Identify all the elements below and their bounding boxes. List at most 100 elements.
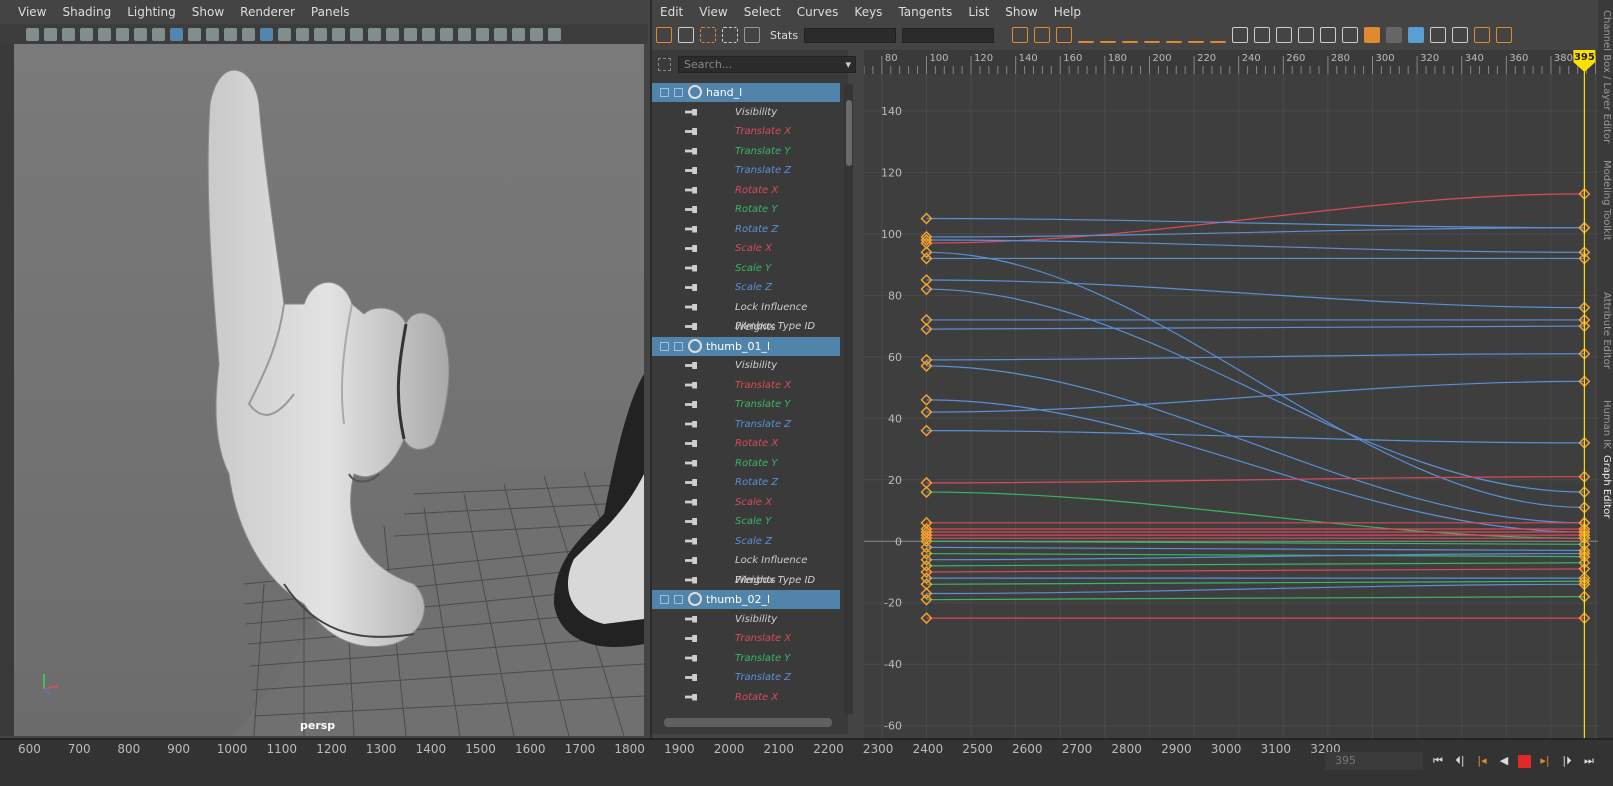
ge-menu-select[interactable]: Select — [744, 5, 781, 19]
ge-menu-edit[interactable]: Edit — [660, 5, 683, 19]
clamped-tangent-icon[interactable] — [1122, 27, 1139, 43]
expand-toggle-icon[interactable] — [674, 341, 683, 351]
gate-mask-icon[interactable] — [152, 27, 165, 41]
right-tab[interactable]: Graph Editor — [1601, 455, 1612, 518]
outliner-attribute[interactable]: Scale Y — [652, 512, 842, 532]
outliner-attribute[interactable]: Lock Influence Weights — [652, 551, 842, 586]
frame-all-icon[interactable] — [1012, 27, 1029, 43]
panel-layout-2-icon[interactable] — [512, 27, 525, 41]
wireframe-icon[interactable] — [224, 27, 237, 41]
lattice-tool-icon[interactable] — [744, 27, 760, 43]
graph-area[interactable]: 80 100 120 140 160 180 200 220 240 260 280 300 320 34… — [863, 50, 1613, 738]
smooth-shade-icon[interactable] — [242, 27, 255, 41]
resolution-gate-icon[interactable] — [134, 27, 147, 41]
outliner-node[interactable]: hand_l — [652, 83, 840, 102]
stats-field-1[interactable] — [804, 27, 897, 43]
post-infinity-icon[interactable] — [1386, 27, 1403, 43]
image-plane-icon[interactable] — [80, 27, 93, 41]
plateau-tangent-icon[interactable] — [1210, 27, 1227, 43]
outliner-attribute[interactable]: Translate Z — [652, 161, 842, 181]
outliner-attribute[interactable]: Translate Z — [652, 415, 842, 435]
vp-menu-lighting[interactable]: Lighting — [127, 5, 176, 19]
collapse-toggle-icon[interactable] — [660, 595, 669, 604]
vp-menu-renderer[interactable]: Renderer — [240, 5, 295, 19]
outliner-attribute[interactable]: Visibility — [652, 610, 842, 630]
vp-menu-panels[interactable]: Panels — [311, 5, 350, 19]
ambient-occlusion-icon[interactable] — [332, 27, 345, 41]
step-forward-frame-icon[interactable]: ▸| — [1537, 754, 1553, 768]
safe-title-icon[interactable] — [206, 27, 219, 41]
time-editor-icon[interactable] — [1474, 27, 1491, 43]
flat-tangent-icon[interactable] — [1166, 27, 1183, 43]
outliner-attribute[interactable]: Translate Z — [652, 668, 842, 688]
outliner-attribute[interactable]: Scale Z — [652, 278, 842, 298]
buffer-curve-icon[interactable] — [1320, 27, 1337, 43]
outliner-attribute[interactable]: Visibility — [652, 356, 842, 376]
insert-key-tool-icon[interactable] — [656, 27, 672, 43]
panel-layout-3-icon[interactable] — [530, 27, 543, 41]
vp-menu-show[interactable]: Show — [192, 5, 224, 19]
search-dropdown-icon[interactable]: ▾ — [845, 57, 851, 72]
shadows-icon[interactable] — [314, 27, 327, 41]
stats-field-2[interactable] — [902, 27, 995, 43]
outliner-attribute[interactable]: Translate Y — [652, 142, 842, 162]
grid-icon[interactable] — [98, 27, 111, 41]
pre-infinity-icon[interactable] — [1364, 27, 1381, 43]
outliner-attribute[interactable]: Rotate Z — [652, 220, 842, 240]
default-material-icon[interactable] — [260, 27, 273, 41]
motion-blur-icon[interactable] — [350, 27, 363, 41]
unify-tangent-icon[interactable] — [1254, 27, 1271, 43]
outliner-scroll-thumb[interactable] — [846, 100, 852, 166]
outliner-attribute[interactable]: Translate X — [652, 122, 842, 142]
ge-menu-keys[interactable]: Keys — [854, 5, 882, 19]
current-frame-field[interactable]: 395 — [1325, 752, 1423, 770]
camera-icon[interactable] — [26, 27, 39, 41]
depth-of-field-icon[interactable] — [386, 27, 399, 41]
outliner-attribute[interactable]: Translate Y — [652, 395, 842, 415]
ge-menu-curves[interactable]: Curves — [797, 5, 839, 19]
backface-icon[interactable] — [476, 27, 489, 41]
step-back-key-icon[interactable]: ⏴| — [1452, 754, 1468, 768]
collapse-toggle-icon[interactable] — [660, 88, 669, 97]
outliner-attribute[interactable]: Scale X — [652, 493, 842, 513]
ge-menu-list[interactable]: List — [968, 5, 989, 19]
isolate-select-icon[interactable] — [404, 27, 417, 41]
ge-menu-show[interactable]: Show — [1005, 5, 1037, 19]
bookmark-icon[interactable] — [62, 27, 75, 41]
collapse-toggle-icon[interactable] — [660, 341, 669, 351]
outliner-horizontal-scrollbar[interactable] — [664, 718, 832, 727]
normalize-icon[interactable] — [1408, 27, 1425, 43]
panel-layout-icon[interactable] — [494, 27, 507, 41]
move-key-tool-icon[interactable] — [678, 27, 694, 43]
dope-sheet-icon[interactable] — [1452, 27, 1469, 43]
outliner-attribute[interactable]: Rotate Y — [652, 200, 842, 220]
step-tangent-icon[interactable] — [1188, 27, 1205, 43]
outliner-attribute[interactable]: Rotate X — [652, 181, 842, 201]
panel-layout-4-icon[interactable] — [548, 27, 561, 41]
filter-icon[interactable] — [658, 58, 671, 71]
camera-sequencer-icon[interactable] — [1496, 27, 1513, 43]
stop-icon[interactable] — [1518, 754, 1531, 768]
xray-icon[interactable] — [422, 27, 435, 41]
spline-tangent-icon[interactable] — [1100, 27, 1117, 43]
vp-menu-shading[interactable]: Shading — [62, 5, 111, 19]
free-tangent-weight-icon[interactable] — [1276, 27, 1293, 43]
outliner-attribute[interactable]: Scale X — [652, 239, 842, 259]
expand-toggle-icon[interactable] — [674, 88, 683, 97]
anti-alias-icon[interactable] — [368, 27, 381, 41]
outliner-attribute[interactable]: Filmbox Type ID — [652, 317, 842, 337]
auto-tangent-icon[interactable] — [1078, 27, 1095, 43]
step-forward-key-icon[interactable]: |⏵ — [1559, 754, 1575, 768]
outliner-attribute[interactable]: Translate X — [652, 629, 842, 649]
xray-joints-icon[interactable] — [440, 27, 453, 41]
outliner-node[interactable]: thumb_01_l — [652, 336, 840, 356]
region-tool-icon[interactable] — [700, 27, 716, 43]
right-tab[interactable]: Attribute Editor — [1601, 292, 1612, 369]
outliner-attribute[interactable]: Rotate Y — [652, 454, 842, 474]
curve-graph[interactable]: 80 100 120 140 160 180 200 220 240 260 280 300 320 34… — [863, 50, 1613, 738]
outliner-attribute[interactable]: Scale Y — [652, 259, 842, 279]
xray-active-icon[interactable] — [458, 27, 471, 41]
frame-selection-icon[interactable] — [1034, 27, 1051, 43]
outliner-attribute[interactable]: Visibility — [652, 103, 842, 123]
vp-menu-view[interactable]: View — [18, 5, 46, 19]
